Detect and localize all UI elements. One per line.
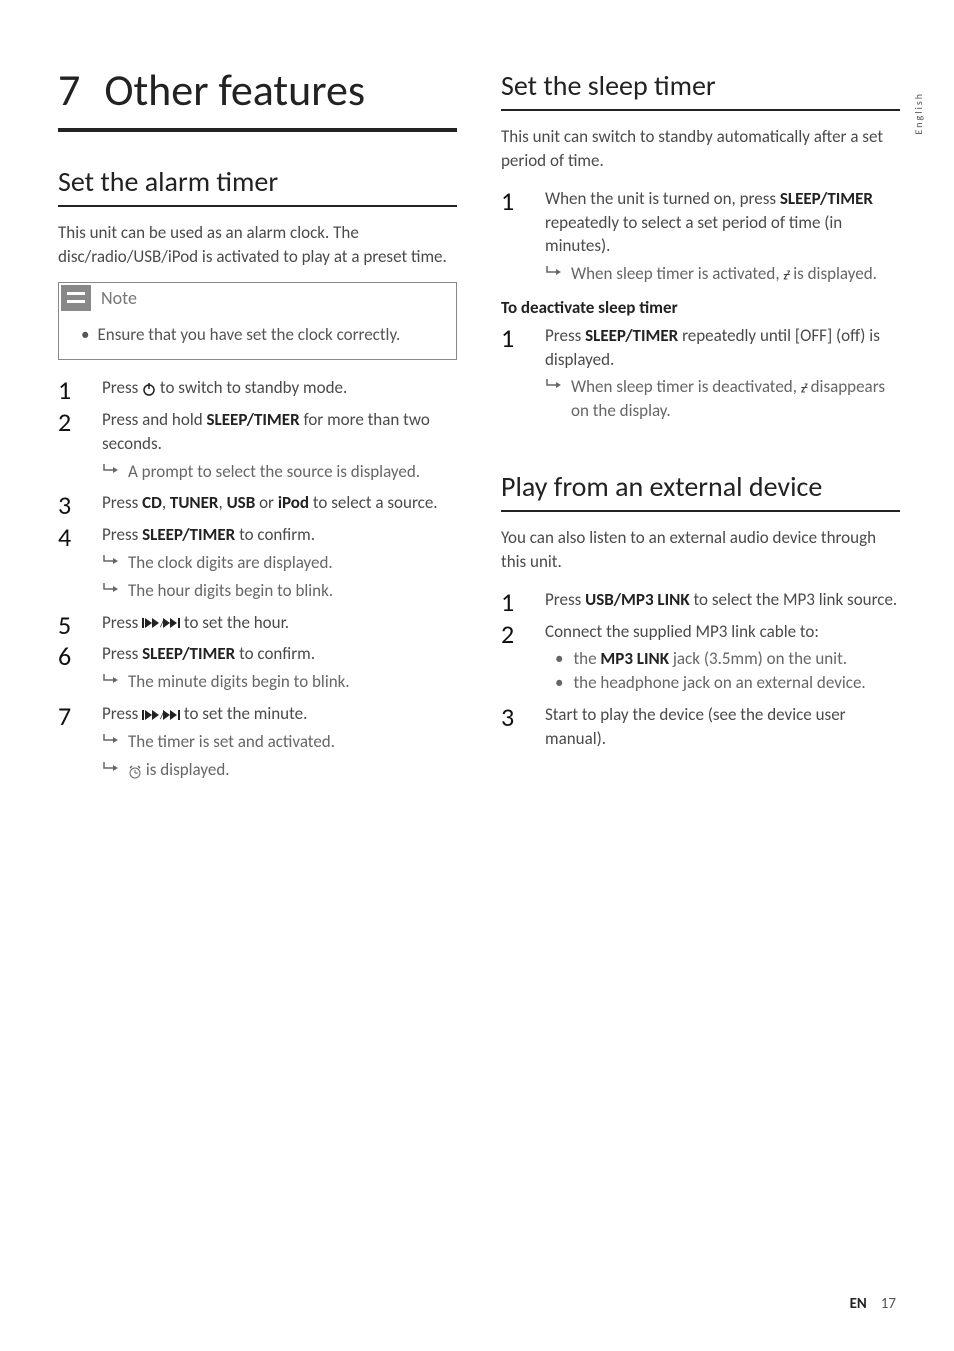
prev-next-icon: / [142,709,180,721]
result-arrow-icon [545,379,561,391]
step-item: Press SLEEP/TIMER to confirm.The clock d… [58,523,457,602]
result-arrow-icon [102,734,118,746]
step-item: Press CD, TUNER, USB or iPod to select a… [58,491,457,515]
note-box: Note •Ensure that you have set the clock… [58,282,457,360]
alarm-intro: This unit can be used as an alarm clock.… [58,221,457,269]
sleep-zz-icon: zz [801,380,807,397]
sleep-steps: When the unit is turned on, press SLEEP/… [501,187,900,286]
left-column: 7 Other features Set the alarm timer This… [58,60,457,789]
note-body: •Ensure that you have set the clock corr… [59,313,456,359]
external-steps: Press USB/MP3 LINK to select the MP3 lin… [501,588,900,751]
result-arrow-icon [545,266,561,278]
result-arrow-icon [102,555,118,567]
step-item: Press SLEEP/TIMER repeatedly until [OFF]… [501,324,900,423]
note-label: Note [101,286,137,311]
prev-next-icon: / [142,617,180,629]
sleep-deactivate-heading: To deactivate sleep timer [501,296,900,320]
step-item: Press to switch to standby mode. [58,376,457,400]
footer-page: 17 [881,1295,896,1313]
sleep-steps-deactivate: Press SLEEP/TIMER repeatedly until [OFF]… [501,324,900,423]
note-text: Ensure that you have set the clock corre… [97,324,400,345]
step-item: Press / to set the minute.The timer is s… [58,702,457,781]
power-icon [142,382,156,396]
step-item: When the unit is turned on, press SLEEP/… [501,187,900,286]
result-arrow-icon [102,464,118,476]
result-arrow-icon [102,583,118,595]
step-item: Press SLEEP/TIMER to confirm.The minute … [58,642,457,694]
language-side-tab: English [912,92,926,135]
page-footer: EN 17 [850,1294,896,1315]
footer-lang: EN [850,1295,867,1313]
sub-bullet: the headphone jack on an external device… [545,671,900,695]
note-icon [61,285,91,311]
alarm-clock-icon [128,765,142,779]
alarm-steps: Press to switch to standby mode. Press an… [58,376,457,781]
content-columns: 7 Other features Set the alarm timer This… [58,60,900,789]
sleep-zz-icon: zz [783,267,789,284]
chapter-number: 7 [58,63,80,117]
chapter-text: Other features [104,63,365,117]
chapter-title: 7 Other features [58,60,457,132]
step-item: Press / to set the hour. [58,611,457,635]
step-item: Press and hold SLEEP/TIMER for more than… [58,408,457,483]
sleep-intro: This unit can switch to standby automati… [501,125,900,173]
section-external-heading: Play from an external device [501,467,900,512]
step-item: Start to play the device (see the device… [501,703,900,751]
result-arrow-icon [102,674,118,686]
right-column: Set the sleep timer This unit can switch… [501,60,900,789]
step-item: Connect the supplied MP3 link cable to:t… [501,620,900,695]
section-sleep-heading: Set the sleep timer [501,66,900,111]
result-arrow-icon [102,762,118,774]
section-alarm-heading: Set the alarm timer [58,162,457,207]
step-item: Press USB/MP3 LINK to select the MP3 lin… [501,588,900,612]
sub-bullet: the MP3 LINK jack (3.5mm) on the unit. [545,647,900,671]
external-intro: You can also listen to an external audio… [501,526,900,574]
